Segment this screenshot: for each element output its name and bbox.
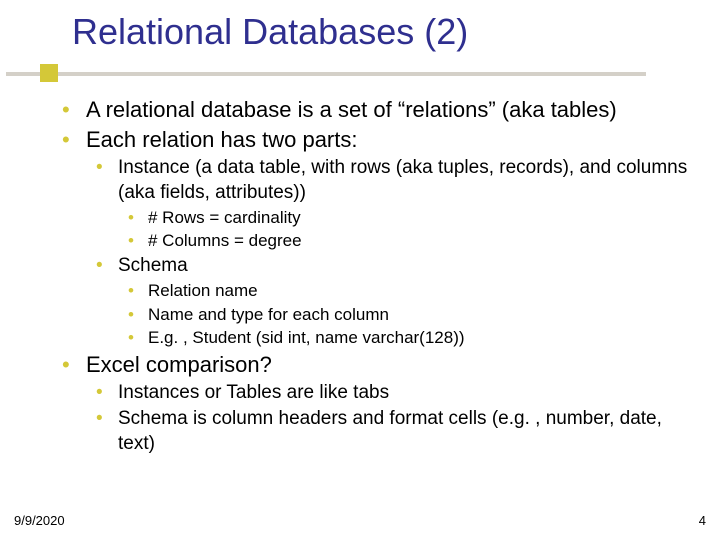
bullet-l2: Instance (a data table, with rows (aka t…	[94, 156, 692, 252]
bullet-l2: Schema is column headers and format cell…	[94, 407, 692, 456]
bullet-text: # Rows = cardinality	[148, 208, 301, 227]
bullet-text: Excel comparison?	[86, 352, 272, 377]
bullet-list-l2: Instance (a data table, with rows (aka t…	[94, 156, 692, 348]
footer-date: 9/9/2020	[14, 513, 65, 528]
bullet-text: Schema is column headers and format cell…	[118, 408, 662, 453]
bullet-l3: # Rows = cardinality	[126, 207, 692, 229]
bullet-text: Schema	[118, 255, 188, 276]
slide-title: Relational Databases (2)	[72, 12, 700, 52]
bullet-text: Instances or Tables are like tabs	[118, 382, 389, 403]
bullet-l2: Instances or Tables are like tabs	[94, 381, 692, 405]
bullet-text: A relational database is a set of “relat…	[86, 97, 617, 122]
bullet-text: Each relation has two parts:	[86, 127, 357, 152]
bullet-text: Relation name	[148, 281, 258, 300]
bullet-list-l2: Instances or Tables are like tabs Schema…	[94, 381, 692, 456]
body-area: A relational database is a set of “relat…	[58, 96, 692, 458]
bullet-l2: Schema Relation name Name and type for e…	[94, 254, 692, 349]
title-area: Relational Databases (2)	[72, 12, 700, 52]
bullet-text: Instance (a data table, with rows (aka t…	[118, 157, 687, 202]
bullet-text: # Columns = degree	[148, 231, 302, 250]
title-accent-square	[40, 64, 58, 82]
bullet-list-l3: # Rows = cardinality # Columns = degree	[126, 207, 692, 252]
bullet-l1: Each relation has two parts: Instance (a…	[58, 126, 692, 349]
bullet-list-l3: Relation name Name and type for each col…	[126, 280, 692, 348]
bullet-text: E.g. , Student (sid int, name varchar(12…	[148, 328, 465, 347]
footer-page-number: 4	[699, 513, 706, 528]
bullet-l3: Relation name	[126, 280, 692, 302]
bullet-text: Name and type for each column	[148, 305, 389, 324]
bullet-list-l1: A relational database is a set of “relat…	[58, 96, 692, 456]
slide: Relational Databases (2) A relational da…	[0, 0, 720, 540]
bullet-l3: # Columns = degree	[126, 230, 692, 252]
bullet-l1: Excel comparison? Instances or Tables ar…	[58, 351, 692, 456]
bullet-l1: A relational database is a set of “relat…	[58, 96, 692, 124]
bullet-l3: Name and type for each column	[126, 304, 692, 326]
bullet-l3: E.g. , Student (sid int, name varchar(12…	[126, 327, 692, 349]
title-underline	[6, 72, 646, 76]
